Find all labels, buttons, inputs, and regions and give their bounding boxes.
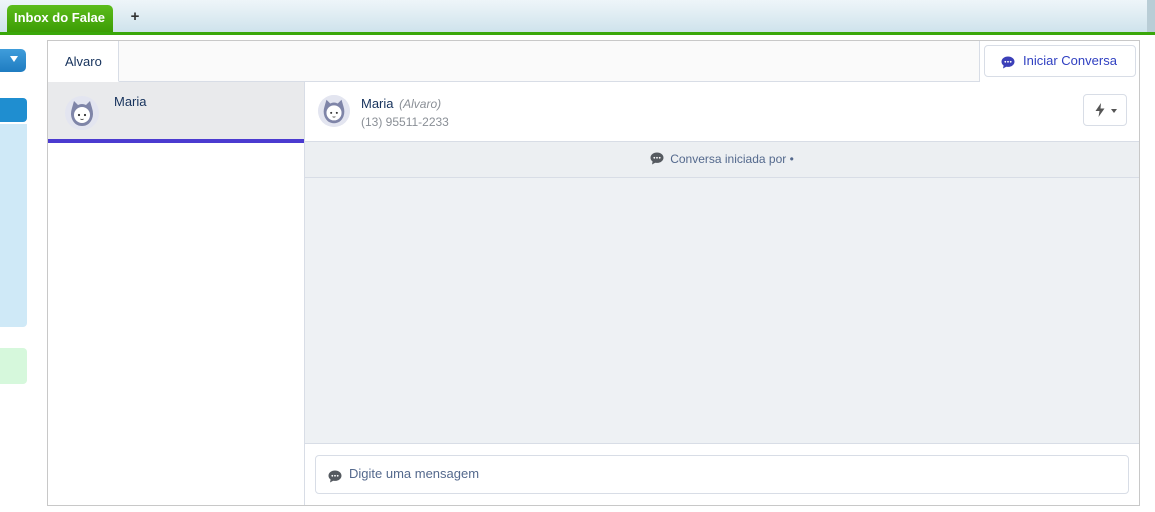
- conversation-contact-name: Maria: [361, 96, 394, 111]
- tab-owner[interactable]: Alvaro: [48, 41, 119, 82]
- conversation-contact: Maria (Alvaro): [361, 96, 441, 111]
- avatar-icon: [318, 95, 350, 127]
- start-conversation-button[interactable]: Iniciar Conversa: [984, 45, 1136, 77]
- message-placeholder: Digite uma mensagem: [349, 466, 480, 481]
- left-panel-header: [0, 98, 27, 122]
- conversation-panel: Maria (Alvaro) (13) 95511-2233 Conversa …: [305, 82, 1139, 505]
- left-dropdown-button[interactable]: [0, 49, 26, 72]
- app-tab-bar: Inbox do Falae +: [0, 0, 1155, 35]
- message-area: [305, 178, 1139, 444]
- inbox-container: Alvaro Iniciar Conversa Maria Maria (Alv…: [47, 40, 1140, 506]
- tab-bar-edge: [1147, 0, 1155, 32]
- tab-inbox-do-falae[interactable]: Inbox do Falae: [7, 5, 113, 32]
- start-conversation-label: Iniciar Conversa: [1023, 53, 1117, 68]
- left-panel-body: [0, 124, 27, 327]
- conversation-started-banner: Conversa iniciada por •: [305, 142, 1139, 178]
- conversation-started-text: Conversa iniciada por •: [670, 152, 794, 166]
- left-status-panel: [0, 348, 27, 384]
- start-conversation-area: Iniciar Conversa: [979, 41, 1139, 82]
- inbox-header: Alvaro Iniciar Conversa: [48, 41, 1139, 82]
- conversation-owner: (Alvaro): [399, 97, 442, 111]
- message-composer: Digite uma mensagem: [305, 444, 1139, 505]
- contact-item-maria[interactable]: Maria: [48, 82, 304, 143]
- contact-name: Maria: [114, 94, 147, 109]
- avatar-icon: [65, 96, 99, 130]
- conversation-header: Maria (Alvaro) (13) 95511-2233: [305, 82, 1139, 142]
- add-tab-button[interactable]: +: [128, 8, 142, 26]
- conversation-phone: (13) 95511-2233: [361, 115, 449, 129]
- message-input[interactable]: Digite uma mensagem: [315, 455, 1129, 494]
- lightning-icon: [1095, 103, 1105, 117]
- chat-icon: [650, 152, 664, 165]
- chat-icon: [328, 470, 342, 483]
- avatar: [318, 95, 350, 127]
- chevron-down-icon: [1111, 109, 1117, 113]
- contact-list: Maria: [48, 82, 305, 505]
- chat-icon: [1001, 56, 1015, 69]
- chevron-down-icon: [10, 56, 18, 62]
- avatar: [65, 96, 99, 130]
- quick-actions-button[interactable]: [1083, 94, 1127, 126]
